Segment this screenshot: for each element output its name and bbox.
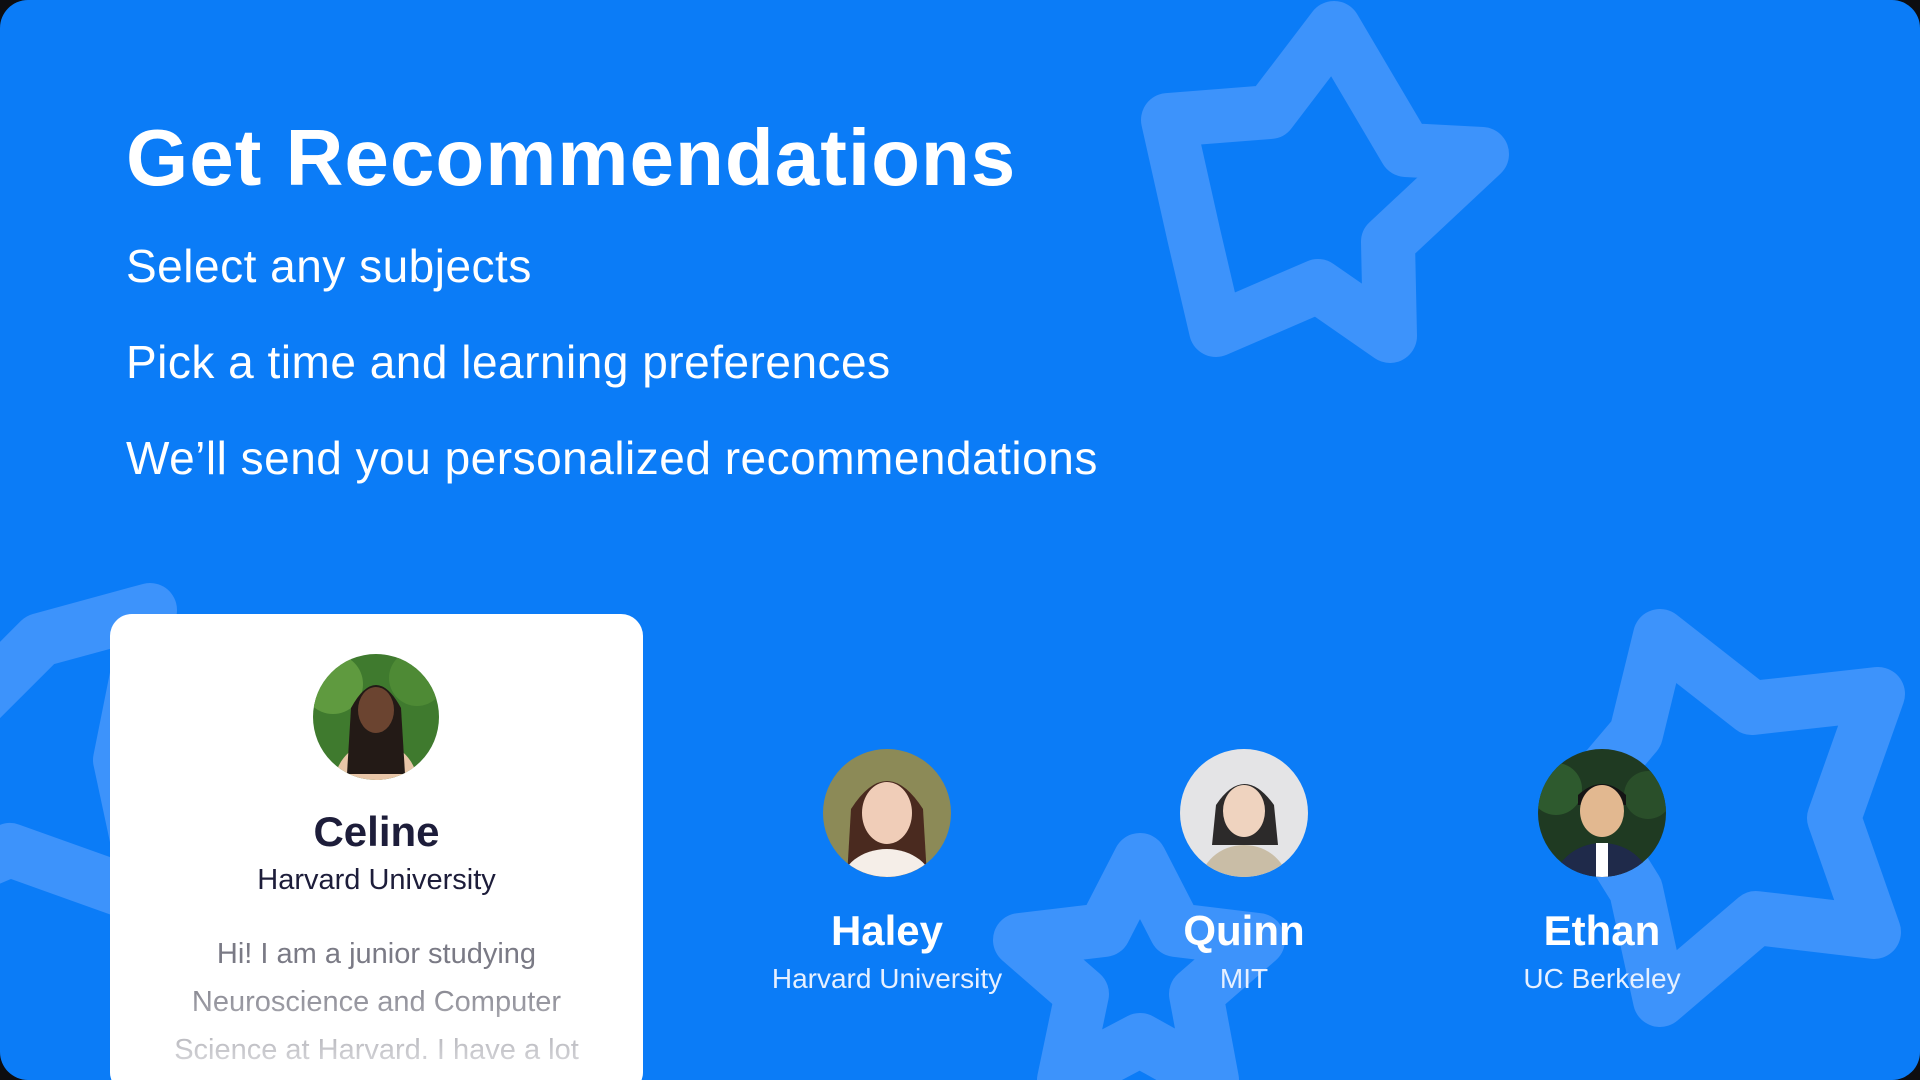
tutor-school: Harvard University bbox=[771, 963, 1003, 994]
tutor-name: Ethan bbox=[1543, 907, 1661, 954]
tutor-name: Quinn bbox=[1183, 907, 1305, 954]
bio-fade-overlay bbox=[110, 974, 643, 1080]
tutor-school: MIT bbox=[1219, 963, 1269, 994]
avatar bbox=[823, 749, 951, 877]
tutor-item[interactable]: Haley Harvard University bbox=[737, 749, 1037, 995]
avatar bbox=[1538, 749, 1666, 877]
avatar bbox=[313, 654, 439, 780]
step-item: We’ll send you personalized recommendati… bbox=[126, 432, 1098, 484]
tutor-name: Haley bbox=[830, 907, 944, 954]
card-tutor-name: Celine bbox=[313, 808, 440, 855]
card-tutor-school: Harvard University bbox=[257, 864, 496, 896]
avatar bbox=[1180, 749, 1308, 877]
tutor-item[interactable]: Ethan UC Berkeley bbox=[1452, 749, 1752, 995]
tutor-item[interactable]: Quinn MIT bbox=[1094, 749, 1394, 995]
step-item: Select any subjects bbox=[126, 240, 532, 292]
page-title: Get Recommendations bbox=[126, 113, 1017, 202]
star-outline-icon bbox=[1141, 1, 1509, 363]
tutor-school: UC Berkeley bbox=[1523, 963, 1681, 994]
steps-list: Select any subjects Pick a time and lear… bbox=[126, 236, 1098, 524]
featured-tutor-card[interactable]: Celine Harvard University Hi! I am a jun… bbox=[110, 614, 643, 1080]
slide-frame: Get Recommendations Select any subjects … bbox=[0, 0, 1920, 1080]
step-item: Pick a time and learning preferences bbox=[126, 336, 891, 388]
